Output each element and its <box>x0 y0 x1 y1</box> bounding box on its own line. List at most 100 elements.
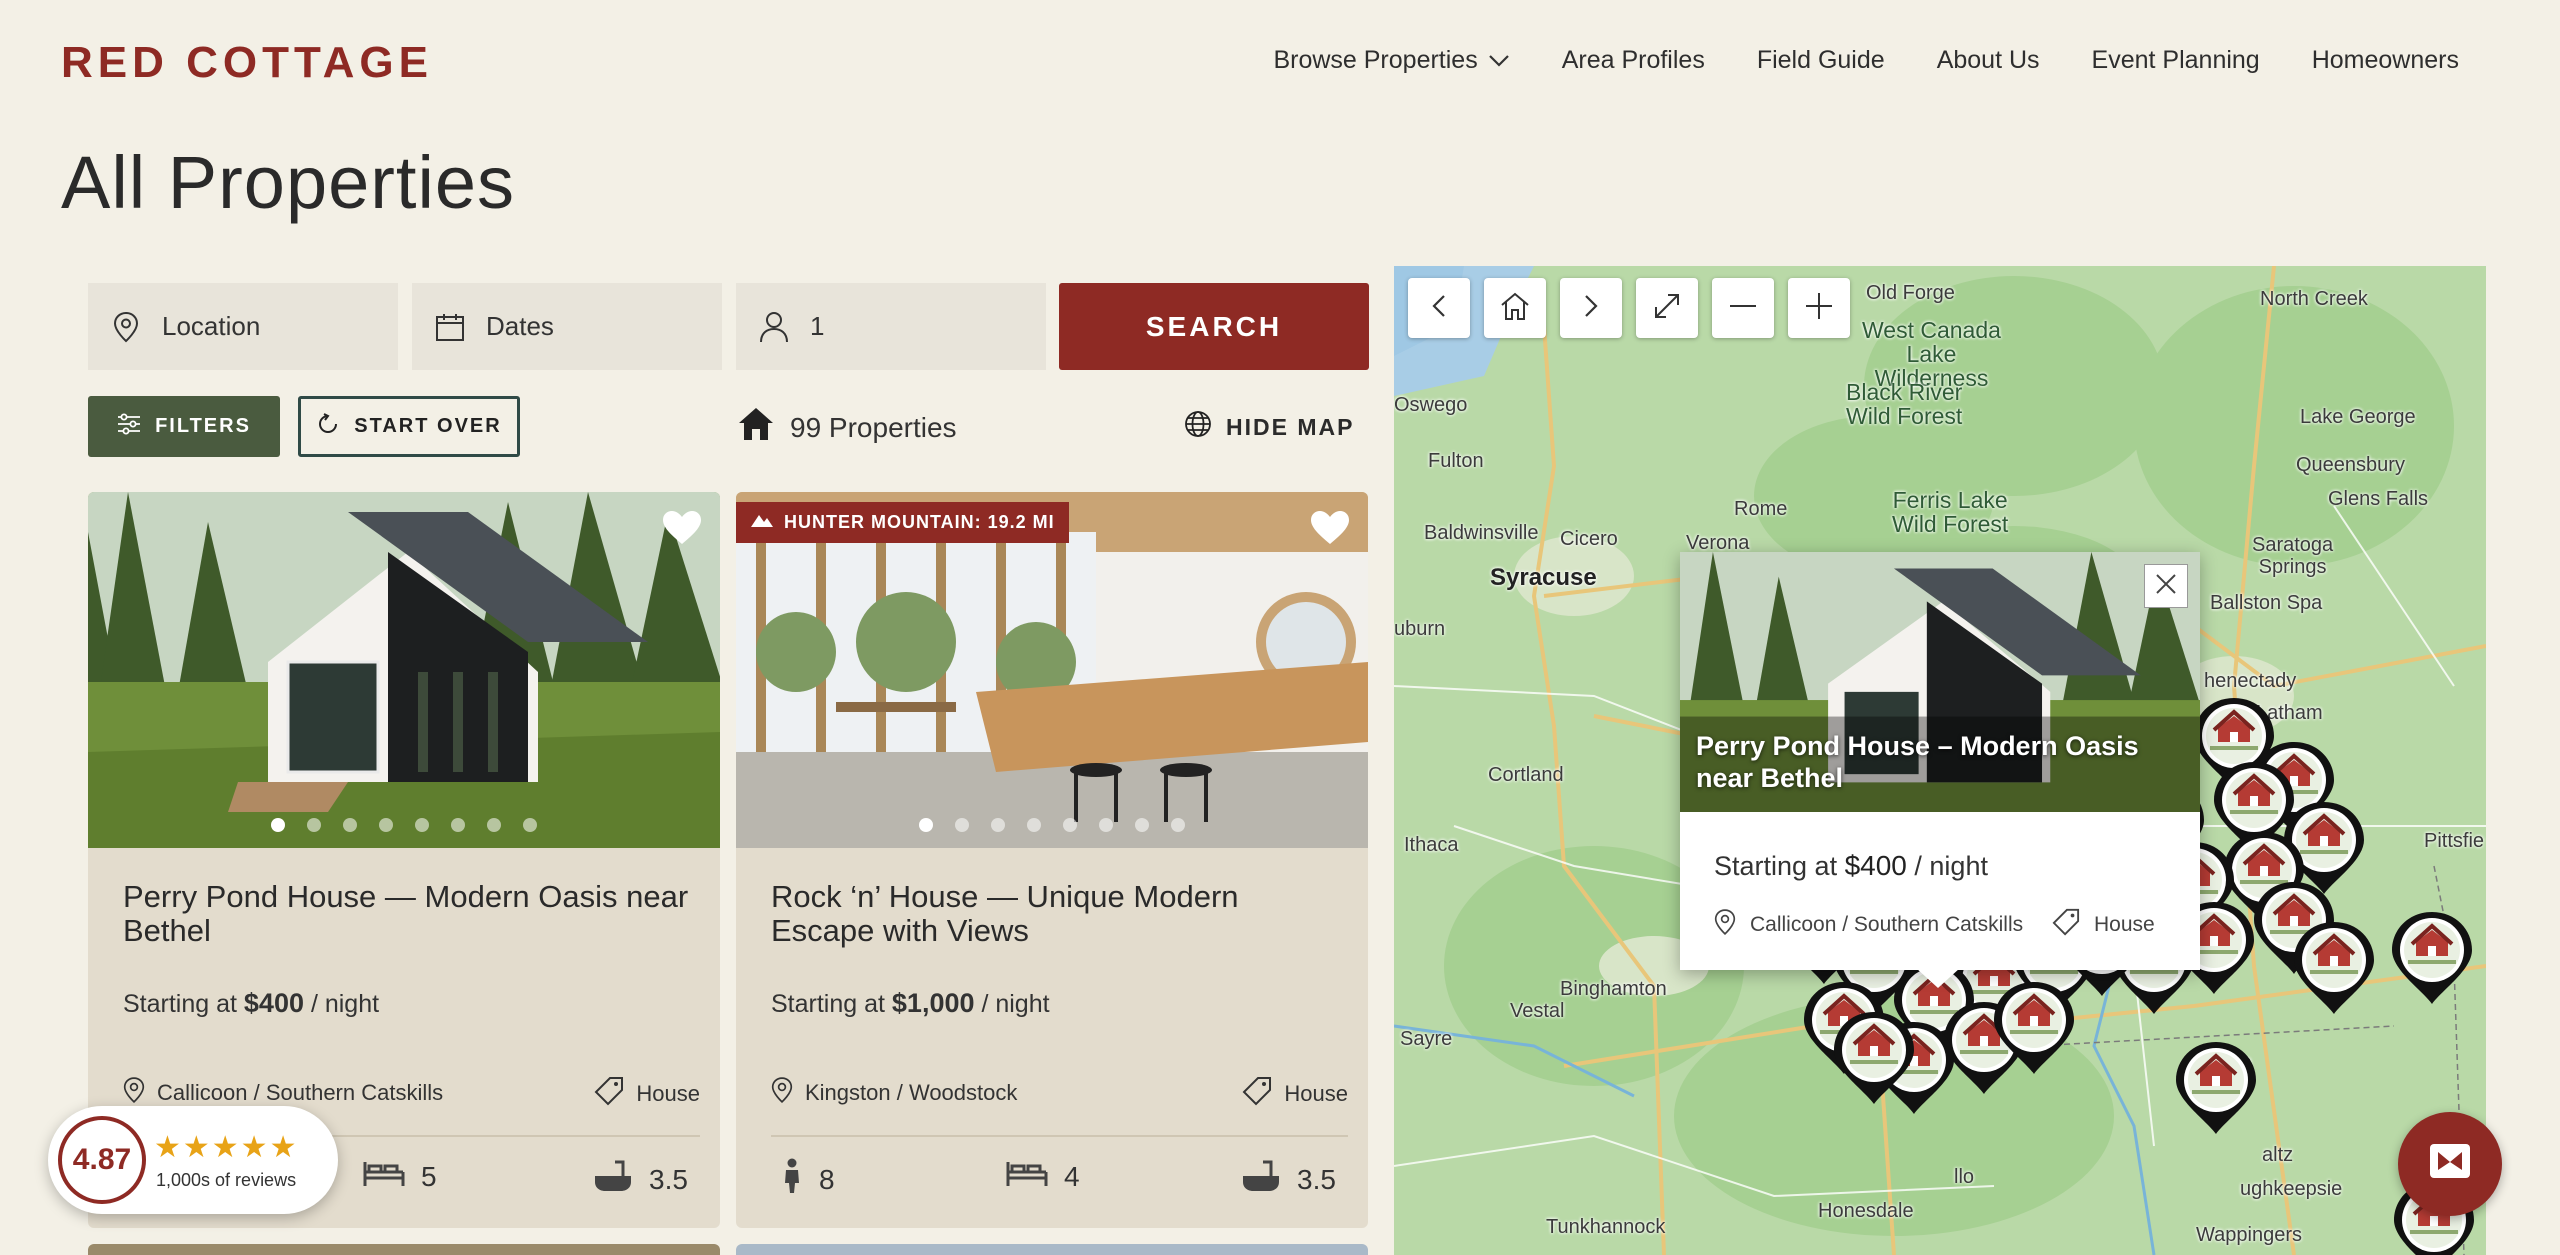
start-over-button[interactable]: START OVER <box>298 396 520 457</box>
search-button[interactable]: SEARCH <box>1059 283 1369 370</box>
baths-stat: 3.5 <box>1241 1158 1336 1201</box>
map-zoom-out-button[interactable] <box>1712 278 1774 338</box>
back-icon <box>1430 294 1448 323</box>
photo-dots[interactable] <box>736 818 1368 832</box>
property-card[interactable]: HUNTER MOUNTAIN: 19.2 MI Rock ‘n’ House … <box>736 492 1368 1228</box>
nav-browse-properties-label: Browse Properties <box>1273 46 1478 74</box>
heart-icon[interactable] <box>1310 510 1350 546</box>
rating-score: 4.87 <box>58 1116 146 1204</box>
baths-count: 3.5 <box>649 1163 688 1195</box>
popup-price-suffix: / night <box>1914 851 1988 881</box>
map-pin-icon <box>1714 908 1736 942</box>
chevron-down-icon <box>1488 46 1510 75</box>
photo-dot[interactable] <box>379 818 393 832</box>
photo-dot[interactable] <box>343 818 357 832</box>
popup-price-prefix: Starting at <box>1714 851 1838 881</box>
map-fullscreen-button[interactable] <box>1636 278 1698 338</box>
dates-field[interactable]: Dates <box>412 283 722 370</box>
person-icon <box>758 311 790 343</box>
property-type: House <box>594 1076 700 1112</box>
price-suffix: / night <box>310 990 380 1018</box>
nav-event-planning[interactable]: Event Planning <box>2092 46 2260 75</box>
map[interactable]: Oswego Fulton Baldwinsville Cicero Syrac… <box>1394 266 2486 1255</box>
guests-value: 1 <box>810 311 825 341</box>
guests-field[interactable]: 1 <box>736 283 1046 370</box>
photo-dot[interactable] <box>991 818 1005 832</box>
nav-about-us[interactable]: About Us <box>1937 46 2040 75</box>
photo-dot[interactable] <box>415 818 429 832</box>
popup-tail <box>1916 968 1960 988</box>
map-popup[interactable]: Perry Pond House – Modern Oasis near Bet… <box>1680 552 2200 988</box>
map-pin-icon <box>110 311 142 343</box>
nav-area-profiles[interactable]: Area Profiles <box>1562 46 1705 75</box>
nav-homeowners[interactable]: Homeowners <box>2312 46 2459 75</box>
start-over-label: START OVER <box>354 415 502 437</box>
photo-dot[interactable] <box>307 818 321 832</box>
location-field[interactable]: Location <box>88 283 398 370</box>
nav-field-guide[interactable]: Field Guide <box>1757 46 1885 75</box>
popup-close-button[interactable] <box>2144 564 2188 608</box>
property-card-next[interactable] <box>88 1244 720 1255</box>
property-title[interactable]: Rock ‘n’ House — Unique Modern Escape wi… <box>771 880 1341 948</box>
photo-dot[interactable] <box>919 818 933 832</box>
property-location: Callicoon / Southern Catskills <box>123 1076 443 1110</box>
property-photo[interactable]: HUNTER MOUNTAIN: 19.2 MI <box>736 492 1368 848</box>
photo-dot[interactable] <box>1171 818 1185 832</box>
reviews-widget[interactable]: 4.87 ★★★★★ 1,000s of reviews <box>48 1106 338 1214</box>
price-prefix: Starting at <box>123 990 237 1018</box>
bed-icon <box>363 1158 405 1195</box>
badge-text: HUNTER MOUNTAIN: 19.2 MI <box>784 512 1055 532</box>
map-forward-button[interactable] <box>1560 278 1622 338</box>
popup-price: Starting at $400 / night <box>1714 850 1988 882</box>
chat-button[interactable] <box>2398 1112 2502 1216</box>
fullscreen-icon <box>1652 291 1682 326</box>
map-back-button[interactable] <box>1408 278 1470 338</box>
house-icon <box>738 407 774 448</box>
photo-dot[interactable] <box>487 818 501 832</box>
filters-button[interactable]: FILTERS <box>88 396 280 457</box>
popup-location-text: Callicoon / Southern Catskills <box>1750 913 2024 936</box>
calendar-icon <box>434 311 466 343</box>
site-logo[interactable]: RED COTTAGE <box>61 38 433 88</box>
distance-badge: HUNTER MOUNTAIN: 19.2 MI <box>736 502 1069 543</box>
bathtub-icon <box>1241 1158 1281 1201</box>
chat-icon <box>2426 1138 2474 1191</box>
location-text: Kingston / Woodstock <box>805 1080 1018 1105</box>
map-pin-icon <box>123 1076 145 1110</box>
photo-dot[interactable] <box>271 818 285 832</box>
filters-label: FILTERS <box>155 415 251 437</box>
properties-count-text: 99 Properties <box>790 411 957 443</box>
property-title[interactable]: Perry Pond House — Modern Oasis near Bet… <box>123 880 693 948</box>
photo-dot[interactable] <box>523 818 537 832</box>
refresh-icon <box>316 412 340 442</box>
photo-dot[interactable] <box>1027 818 1041 832</box>
photo-dot[interactable] <box>1063 818 1077 832</box>
photo-dot[interactable] <box>1135 818 1149 832</box>
close-icon <box>2155 573 2177 600</box>
property-location: Kingston / Woodstock <box>771 1076 1017 1110</box>
map-zoom-in-button[interactable] <box>1788 278 1850 338</box>
globe-icon <box>1184 410 1212 444</box>
photo-dot[interactable] <box>451 818 465 832</box>
baths-count: 3.5 <box>1297 1163 1336 1195</box>
rating-stars: ★★★★★ <box>154 1131 299 1164</box>
map-home-button[interactable] <box>1484 278 1546 338</box>
photo-dot[interactable] <box>1099 818 1113 832</box>
nav-browse-properties[interactable]: Browse Properties <box>1273 46 1509 75</box>
zoom-in-icon <box>1804 291 1834 326</box>
type-text: House <box>636 1081 700 1106</box>
bed-icon <box>1006 1158 1048 1195</box>
property-photo[interactable] <box>88 492 720 848</box>
popup-photo[interactable]: Perry Pond House – Modern Oasis near Bet… <box>1680 552 2200 812</box>
popup-title[interactable]: Perry Pond House – Modern Oasis near Bet… <box>1696 730 2166 794</box>
beds-stat: 5 <box>363 1158 437 1195</box>
hide-map-button[interactable]: HIDE MAP <box>1184 410 1354 444</box>
page-title: All Properties <box>61 141 516 224</box>
property-card-next[interactable] <box>736 1244 1368 1255</box>
price-prefix: Starting at <box>771 990 885 1018</box>
photo-dots[interactable] <box>88 818 720 832</box>
main-nav: Browse Properties Area Profiles Field Gu… <box>1273 46 2459 75</box>
heart-icon[interactable] <box>662 510 702 546</box>
guests-stat: 8 <box>781 1158 835 1201</box>
photo-dot[interactable] <box>955 818 969 832</box>
